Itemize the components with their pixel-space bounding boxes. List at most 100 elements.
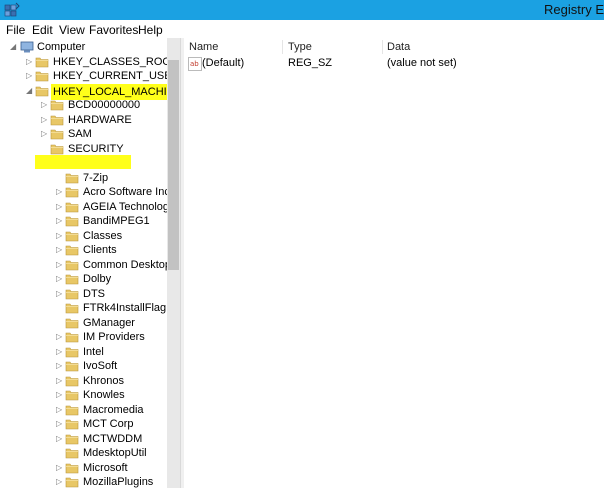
folder-icon [65, 347, 79, 357]
tree-item-bcd00000000[interactable]: ▷ BCD00000000 [0, 98, 167, 112]
tree-item-software-child[interactable]: ▷ Common Desktop [0, 258, 167, 272]
expand-arrow-icon[interactable]: ▷ [56, 272, 64, 286]
tree-item-software-child[interactable]: ▷ Classes [0, 229, 167, 243]
expand-arrow-icon[interactable]: ▷ [56, 374, 64, 388]
tree-label: HKEY_CLASSES_ROOT [53, 55, 167, 68]
tree-item-software-child[interactable]: ▷ Macromedia [0, 403, 167, 417]
column-header-type[interactable]: Type [288, 41, 312, 53]
folder-icon [65, 303, 79, 314]
tree-label: 7-Zip [83, 171, 109, 184]
column-divider[interactable] [282, 40, 283, 54]
expand-arrow-icon[interactable]: ▷ [56, 388, 64, 402]
folder-icon [65, 173, 79, 183]
expand-arrow-icon[interactable]: ▷ [56, 461, 64, 475]
tree-label: Acro Software Inc [83, 186, 167, 198]
folder-icon [65, 361, 79, 372]
column-divider[interactable] [382, 40, 383, 54]
tree-label: Knowles [83, 389, 125, 401]
tree-label: IvoSoft [83, 360, 118, 372]
tree-item-software-child[interactable]: ▷ IM Providers [0, 330, 167, 344]
tree-label: Common Desktop [83, 258, 167, 271]
tree-item-software-child[interactable]: ▷ MozillaPlugins [0, 475, 167, 488]
column-header-name[interactable]: Name [189, 41, 218, 53]
expand-arrow-icon[interactable]: ▷ [56, 359, 64, 373]
tree-label: BandiMPEG1 [83, 215, 150, 227]
tree-item-software-child[interactable]: ▷ MCT Corp [0, 417, 167, 431]
folder-icon [50, 100, 64, 111]
collapse-arrow-icon[interactable]: ◢ [26, 84, 34, 98]
tree-item-software-child[interactable]: ▷ BandiMPEG1 [0, 214, 167, 228]
tree-item-hkey-current-user[interactable]: ▷ HKEY_CURRENT_USER [0, 69, 167, 83]
menu-edit[interactable]: Edit [32, 23, 53, 37]
menu-view[interactable]: View [59, 23, 85, 37]
tree-item-software-child[interactable]: ▷ Intel [0, 345, 167, 359]
expand-arrow-icon[interactable]: ▷ [56, 200, 64, 214]
menu-help[interactable]: Help [138, 23, 163, 37]
tree-item-software-child[interactable]: ▷ Microsoft [0, 461, 167, 475]
column-header-data[interactable]: Data [387, 41, 410, 53]
expand-arrow-icon[interactable]: ▷ [56, 258, 64, 272]
tree-label: SAM [68, 128, 92, 140]
tree-item-software-child[interactable]: 7-Zip [0, 171, 167, 185]
folder-icon [35, 57, 49, 67]
tree-item-software-child[interactable]: ▷ Clients [0, 243, 167, 257]
expand-arrow-icon[interactable]: ▷ [56, 185, 64, 199]
tree-item-software-child[interactable]: ▷ AGEIA Technologie [0, 200, 167, 214]
expand-arrow-icon[interactable]: ▷ [56, 229, 64, 243]
tree-item-software-child[interactable]: ▷ Khronos [0, 374, 167, 388]
tree-item-hardware[interactable]: ▷ HARDWARE [0, 113, 167, 127]
folder-icon [65, 477, 79, 488]
folder-icon [50, 115, 64, 125]
tree-item-hkey-local-machine[interactable]: ◢HKEY_LOCAL_MACHINE [0, 83, 167, 100]
folder-icon [65, 448, 79, 459]
expand-arrow-icon[interactable]: ▷ [56, 287, 64, 301]
expand-arrow-icon[interactable]: ▷ [56, 432, 64, 446]
tree-item-security[interactable]: SECURITY [0, 142, 167, 156]
tree-item-software-child[interactable]: ▷ Acro Software Inc [0, 185, 167, 199]
collapse-arrow-icon[interactable]: ◢ [10, 40, 18, 54]
tree-label: Khronos [83, 374, 124, 387]
tree-scrollbar-thumb[interactable] [168, 60, 179, 270]
tree-item-software-child[interactable]: ▷ Dolby [0, 272, 167, 286]
tree-item-software-child[interactable]: ▷ Knowles [0, 388, 167, 402]
expand-arrow-icon[interactable]: ▷ [56, 403, 64, 417]
title-bar: Registry E [0, 0, 604, 20]
expand-arrow-icon[interactable]: ▷ [56, 345, 64, 359]
expand-arrow-icon[interactable]: ▷ [41, 113, 49, 127]
tree-item-software-child[interactable]: ▷ DTS [0, 287, 167, 301]
menu-file[interactable]: File [6, 23, 25, 37]
menu-bar: File Edit View Favorites Help [0, 20, 604, 39]
expand-arrow-icon[interactable]: ▷ [56, 330, 64, 344]
registry-editor-icon [4, 2, 20, 17]
expand-arrow-icon[interactable]: ▷ [26, 55, 34, 69]
tree-item-hkey-classes-root[interactable]: ▷ HKEY_CLASSES_ROOT [0, 55, 167, 69]
tree-label: AGEIA Technologie [83, 200, 167, 213]
tree-label: HARDWARE [68, 113, 132, 126]
folder-icon [65, 390, 79, 401]
tree-item-software-child[interactable]: MdesktopUtil [0, 446, 167, 460]
tree-item-computer[interactable]: ◢ Computer [0, 40, 167, 54]
expand-arrow-icon[interactable]: ▷ [56, 417, 64, 431]
tree-item-sam[interactable]: ▷ SAM [0, 127, 167, 141]
expand-arrow-icon[interactable]: ▷ [56, 243, 64, 257]
expand-arrow-icon[interactable]: ▷ [41, 98, 49, 112]
folder-icon [65, 187, 79, 198]
expand-arrow-icon[interactable]: ▷ [56, 214, 64, 228]
expand-arrow-icon[interactable]: ▷ [41, 127, 49, 141]
expand-arrow-icon[interactable]: ▷ [56, 475, 64, 488]
expand-arrow-icon[interactable]: ▷ [26, 69, 34, 83]
folder-icon [65, 260, 79, 270]
tree-item-software-child[interactable]: FTRk4InstallFlag [0, 301, 167, 315]
tree-label: MCTWDDM [83, 432, 143, 445]
values-pane: Name Type Data ab (Default) REG_SZ (valu… [184, 38, 604, 488]
menu-favorites[interactable]: Favorites [89, 23, 138, 37]
tree-item-software-child[interactable]: GManager [0, 316, 167, 330]
tree-item-software-child[interactable]: ▷ MCTWDDM [0, 432, 167, 446]
tree-label-computer: Computer [37, 41, 86, 53]
tree-item-software-child[interactable]: ▷ IvoSoft [0, 359, 167, 373]
tree-label: Macromedia [83, 403, 144, 416]
value-row-default[interactable]: ab (Default) REG_SZ (value not set) [184, 57, 604, 71]
folder-icon [65, 405, 79, 415]
tree-label: IM Providers [83, 331, 145, 343]
folder-icon [35, 86, 49, 96]
